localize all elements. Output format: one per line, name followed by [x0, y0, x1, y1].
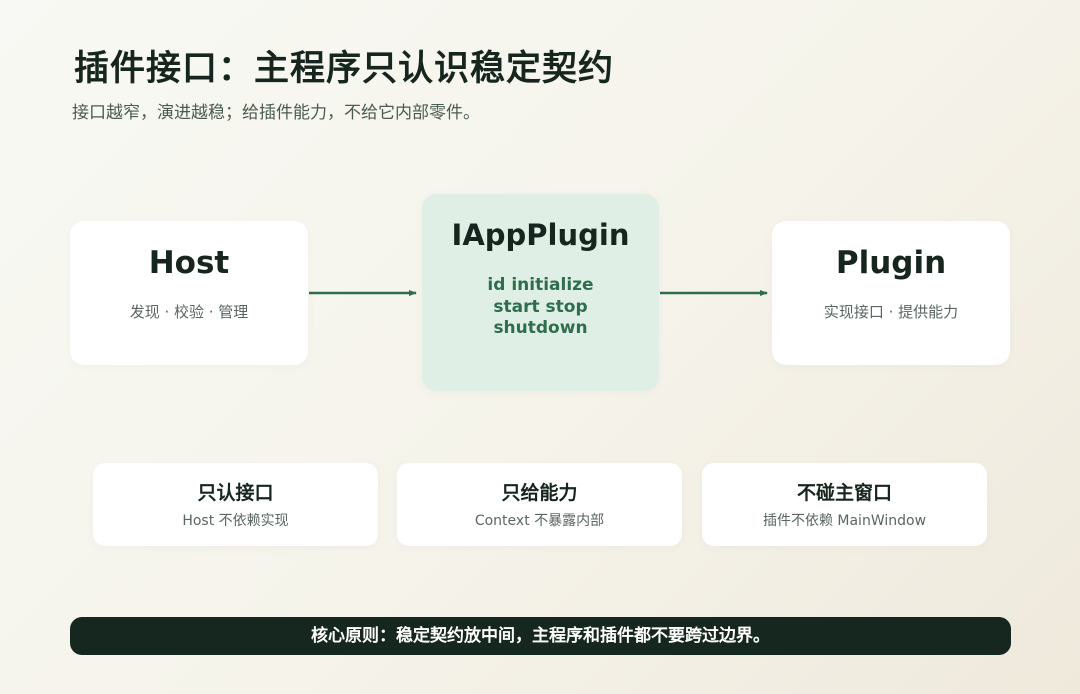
interface-method-line: shutdown	[493, 318, 588, 338]
footer-banner: 核心原则：稳定契约放中间，主程序和插件都不要跨过边界。	[70, 617, 1011, 655]
interface-method-line: start stop	[493, 296, 588, 317]
page-subtitle: 接口越窄，演进越稳；给插件能力，不给它内部零件。	[72, 103, 480, 123]
host-desc: 发现 · 校验 · 管理	[129, 303, 249, 321]
interface-method-line: id initialize	[487, 275, 594, 295]
host-box: Host 发现 · 校验 · 管理	[70, 221, 308, 365]
principle-desc: Host 不依赖实现	[182, 513, 289, 529]
plugin-name: Plugin	[835, 245, 947, 281]
principle-title: 只认接口	[197, 482, 274, 504]
interface-name: IAppPlugin	[451, 218, 630, 252]
principle-title: 只给能力	[501, 482, 578, 504]
interface-box: IAppPlugin id initialize start stop shut…	[422, 194, 659, 391]
principle-desc: 插件不依赖 MainWindow	[762, 513, 927, 529]
host-name: Host	[148, 245, 230, 281]
principle-card: 只认接口 Host 不依赖实现	[93, 463, 378, 546]
page-title: 插件接口：主程序只认识稳定契约	[74, 49, 615, 89]
interface-methods: id initialize start stop shutdown	[422, 275, 659, 340]
principle-card: 只给能力 Context 不暴露内部	[397, 463, 682, 546]
plugin-box: Plugin 实现接口 · 提供能力	[772, 221, 1010, 365]
principle-title: 不碰主窗口	[796, 482, 892, 504]
principle-desc: Context 不暴露内部	[474, 513, 605, 529]
principle-card: 不碰主窗口 插件不依赖 MainWindow	[702, 463, 987, 546]
plugin-desc: 实现接口 · 提供能力	[823, 303, 959, 321]
